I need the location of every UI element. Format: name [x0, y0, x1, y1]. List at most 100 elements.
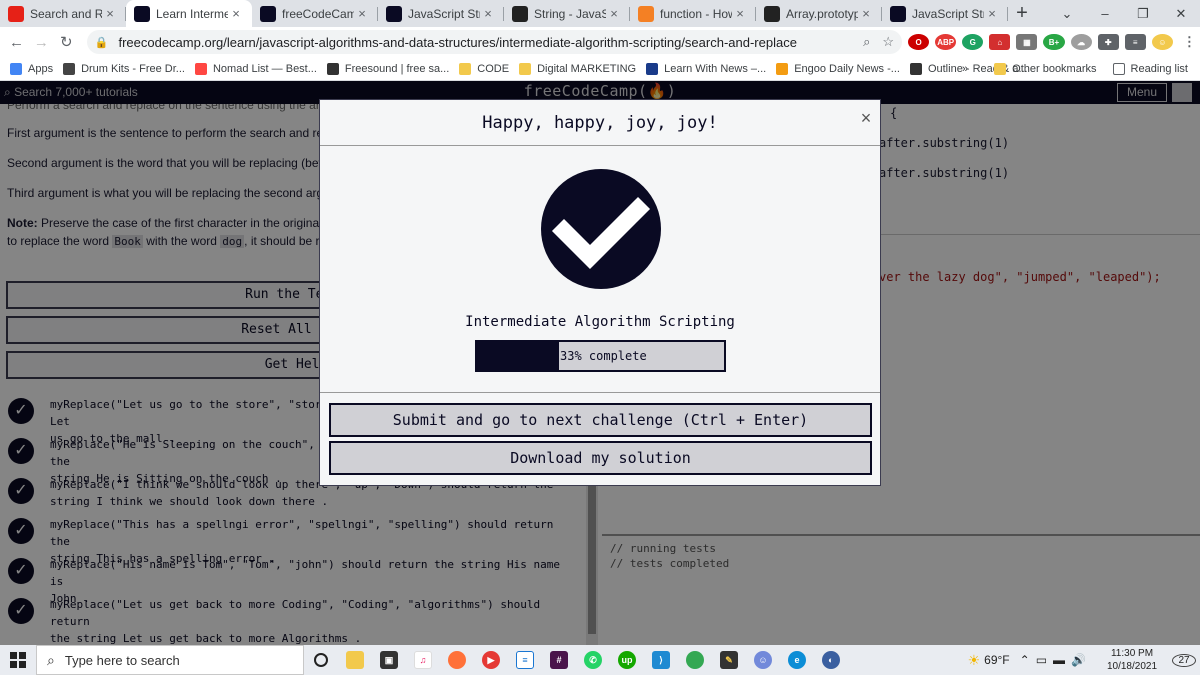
windows-taskbar: ⌕ Type here to search ▣ ♫ ▶ ≡ # ✆ up ⟩ ✎ … — [0, 645, 1200, 675]
notes-icon[interactable]: ✎ — [712, 645, 746, 675]
back-button[interactable]: ← — [4, 34, 29, 51]
tab-close-icon[interactable]: × — [606, 6, 622, 21]
store-icon[interactable]: ▣ — [372, 645, 406, 675]
tab-close-icon[interactable]: × — [228, 6, 244, 21]
tab-title: Array.prototype.sl — [786, 6, 858, 21]
bookmark-item[interactable]: Nomad List — Best... — [194, 62, 317, 75]
tab-favicon-icon — [764, 5, 780, 22]
tab-close-icon[interactable]: × — [732, 6, 748, 21]
reload-button[interactable]: ↻ — [54, 33, 79, 51]
new-tab-button[interactable]: + — [1008, 0, 1036, 27]
weather-icon[interactable]: ☀ — [968, 652, 981, 669]
bookmark-item[interactable]: CODE — [459, 62, 510, 75]
whatsapp-icon[interactable]: ✆ — [576, 645, 610, 675]
check-circle-icon — [541, 169, 661, 289]
bookmark-label: Nomad List — Best... — [212, 62, 317, 75]
browser-tab[interactable]: Array.prototype.sl× — [756, 0, 882, 27]
puzzle-extension-icon[interactable]: ✚ — [1097, 34, 1119, 50]
media-player-icon[interactable]: ▶ — [474, 645, 508, 675]
browser-tab[interactable]: Search and Replac× — [0, 0, 126, 27]
profile-avatar[interactable]: ☺ — [1151, 34, 1173, 50]
sheet-extension-icon[interactable]: ▦ — [1016, 34, 1038, 50]
start-button[interactable] — [0, 645, 36, 675]
url-text[interactable]: freecodecamp.org/learn/javascript-algori… — [118, 35, 851, 50]
clock[interactable]: 11:30 PM 10/18/2021 — [1092, 647, 1172, 673]
browser-icon[interactable]: ◐ — [814, 645, 848, 675]
browser-tab[interactable]: JavaScript String.p× — [882, 0, 1008, 27]
forward-button[interactable]: → — [29, 34, 54, 51]
browser-tab[interactable]: function - How to× — [630, 0, 756, 27]
close-window-button[interactable]: ✕ — [1162, 6, 1200, 22]
bookmark-item[interactable]: Engoo Daily News -... — [776, 62, 900, 75]
tab-favicon-icon — [512, 5, 528, 22]
bookmark-label: Drum Kits - Free Dr... — [81, 62, 185, 75]
restore-button[interactable]: ❐ — [1124, 6, 1162, 22]
grammarly-extension-icon[interactable]: G — [962, 34, 984, 50]
window-controls: ⌄ – ❐ ✕ — [1048, 0, 1200, 27]
slack-icon[interactable]: # — [542, 645, 576, 675]
opera-extension-icon[interactable]: O — [908, 34, 930, 50]
other-bookmarks-label: Other bookmarks — [1012, 63, 1097, 75]
bookmark-item[interactable]: Drum Kits - Free Dr... — [63, 62, 185, 75]
upwork-icon[interactable]: up — [610, 645, 644, 675]
submit-next-challenge-button[interactable]: Submit and go to next challenge (Ctrl + … — [329, 403, 872, 437]
tray-overflow-icon[interactable]: ⌃ — [1020, 653, 1030, 667]
close-icon[interactable]: × — [858, 108, 874, 129]
chrome-menu-icon[interactable]: ⋮ — [1178, 34, 1200, 50]
bookmark-star-icon[interactable]: ☆ — [882, 34, 894, 50]
bookmark-item[interactable]: Digital MARKETING — [519, 62, 636, 75]
tab-close-icon[interactable]: × — [984, 6, 1000, 21]
network-icon[interactable]: ▭ — [1036, 653, 1047, 667]
progress-bar: 33% complete — [475, 340, 726, 372]
modal-footer — [320, 392, 880, 393]
cloud-extension-icon[interactable]: ☁ — [1070, 34, 1092, 50]
bookmark-label: Engoo Daily News -... — [794, 62, 900, 75]
bookmark-label: CODE — [477, 62, 510, 75]
zoom-icon[interactable]: ⌕ — [863, 34, 870, 50]
reading-mode-icon[interactable]: ≡ — [1124, 34, 1146, 50]
completion-modal: Happy, happy, joy, joy! × Intermediate A… — [319, 99, 881, 486]
itunes-icon[interactable]: ♫ — [406, 645, 440, 675]
tab-close-icon[interactable]: × — [354, 6, 370, 21]
b-plus-extension-icon[interactable]: B+ — [1043, 34, 1065, 50]
browser-tab[interactable]: JavaScript String.p× — [378, 0, 504, 27]
tab-close-icon[interactable]: × — [480, 6, 496, 21]
cortana-icon[interactable] — [304, 645, 338, 675]
browser-tab[interactable]: Learn Intermediat× — [126, 0, 252, 27]
discord-icon[interactable]: ☺ — [746, 645, 780, 675]
tab-favicon-icon — [890, 5, 906, 22]
browser-tab[interactable]: String - JavaScript× — [504, 0, 630, 27]
bookmark-label: Apps — [28, 62, 54, 75]
volume-icon[interactable]: 🔊 — [1071, 653, 1086, 667]
browser-tab[interactable]: freeCodeCamp Ch× — [252, 0, 378, 27]
more-bookmarks-button[interactable]: » — [962, 63, 968, 75]
clock-time: 11:30 PM — [1110, 648, 1154, 659]
battery-icon[interactable]: ▬ — [1053, 653, 1065, 667]
firefox-icon[interactable] — [440, 645, 474, 675]
notifications-badge[interactable]: 27 — [1172, 653, 1196, 667]
pocket-extension-icon[interactable]: ⌂ — [989, 34, 1011, 50]
bookmark-item[interactable]: Apps — [10, 62, 54, 75]
weather-temp[interactable]: 69°F — [984, 653, 1009, 667]
minimize-button[interactable]: – — [1086, 6, 1124, 21]
clock-date: 10/18/2021 — [1106, 661, 1158, 672]
address-bar[interactable]: 🔒 freecodecamp.org/learn/javascript-algo… — [86, 30, 903, 54]
block-title: Intermediate Algorithm Scripting — [465, 314, 735, 330]
bookmark-item[interactable]: Learn With News –... — [646, 62, 766, 75]
download-solution-button[interactable]: Download my solution — [329, 441, 872, 475]
other-bookmarks[interactable]: Other bookmarks — [994, 63, 1097, 75]
taskbar-search[interactable]: ⌕ Type here to search — [36, 645, 304, 675]
document-icon[interactable]: ≡ — [508, 645, 542, 675]
reading-list[interactable]: Reading list — [1112, 63, 1188, 75]
tab-search-icon[interactable]: ⌄ — [1048, 6, 1086, 22]
bookmark-item[interactable]: Freesound | free sa... — [326, 62, 449, 75]
tab-close-icon[interactable]: × — [858, 6, 874, 21]
bookmark-icon — [326, 62, 339, 75]
tab-close-icon[interactable]: × — [102, 6, 118, 21]
vscode-icon[interactable]: ⟩ — [644, 645, 678, 675]
adblock-extension-icon[interactable]: ABP — [935, 34, 957, 50]
file-explorer-icon[interactable] — [338, 645, 372, 675]
chrome-icon[interactable] — [678, 645, 712, 675]
edge-icon[interactable]: e — [780, 645, 814, 675]
lock-icon: 🔒 — [94, 36, 109, 49]
